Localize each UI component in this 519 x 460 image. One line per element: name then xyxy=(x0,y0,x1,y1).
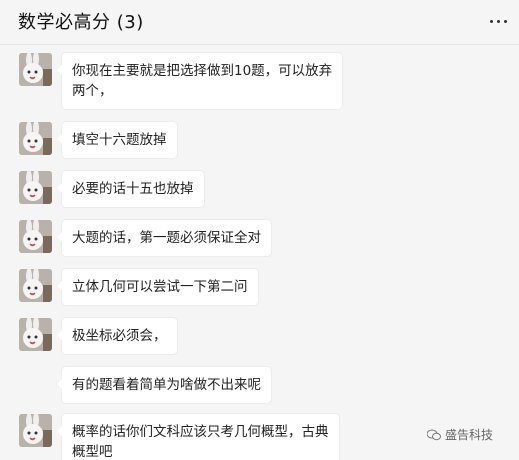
watermark-text: 盛告科技 xyxy=(445,428,494,442)
chat-header: 数学必高分 (3) xyxy=(0,0,519,45)
rabbit-avatar-icon[interactable] xyxy=(19,414,52,447)
watermark: 盛告科技 xyxy=(427,426,493,443)
rabbit-avatar-icon[interactable] xyxy=(19,220,52,253)
rabbit-avatar-icon[interactable] xyxy=(19,53,52,86)
wechat-logo-icon xyxy=(427,429,441,440)
rabbit-avatar-icon[interactable] xyxy=(19,171,52,204)
message-list[interactable]: 你现在主要就是把选择做到10题，可以放弃 两个， 填空十六题放掉 必要的话十五也… xyxy=(0,45,519,460)
message-bubble[interactable]: 概率的话你们文科应该只考几何概型，古典 概型吧 xyxy=(57,414,339,460)
more-horizontal-icon xyxy=(489,19,507,23)
chat-title: 数学必高分 (3) xyxy=(18,12,144,33)
message-bubble[interactable]: 有的题看着简单为啥做不出来呢 xyxy=(57,367,271,403)
message-bubble[interactable]: 必要的话十五也放掉 xyxy=(57,171,204,207)
message-bubble[interactable]: 极坐标必须会， xyxy=(57,318,177,354)
message-bubble[interactable]: 大题的话，第一题必须保证全对 xyxy=(57,220,271,256)
rabbit-avatar-icon[interactable] xyxy=(19,269,52,302)
message-bubble[interactable]: 立体几何可以尝试一下第二问 xyxy=(57,269,258,305)
message-bubble[interactable]: 你现在主要就是把选择做到10题，可以放弃 两个， xyxy=(56,53,343,109)
message-bubble[interactable]: 填空十六题放掉 xyxy=(57,122,177,158)
more-options-button[interactable] xyxy=(485,10,511,32)
rabbit-avatar-icon[interactable] xyxy=(19,318,52,351)
rabbit-avatar-icon[interactable] xyxy=(19,122,52,155)
